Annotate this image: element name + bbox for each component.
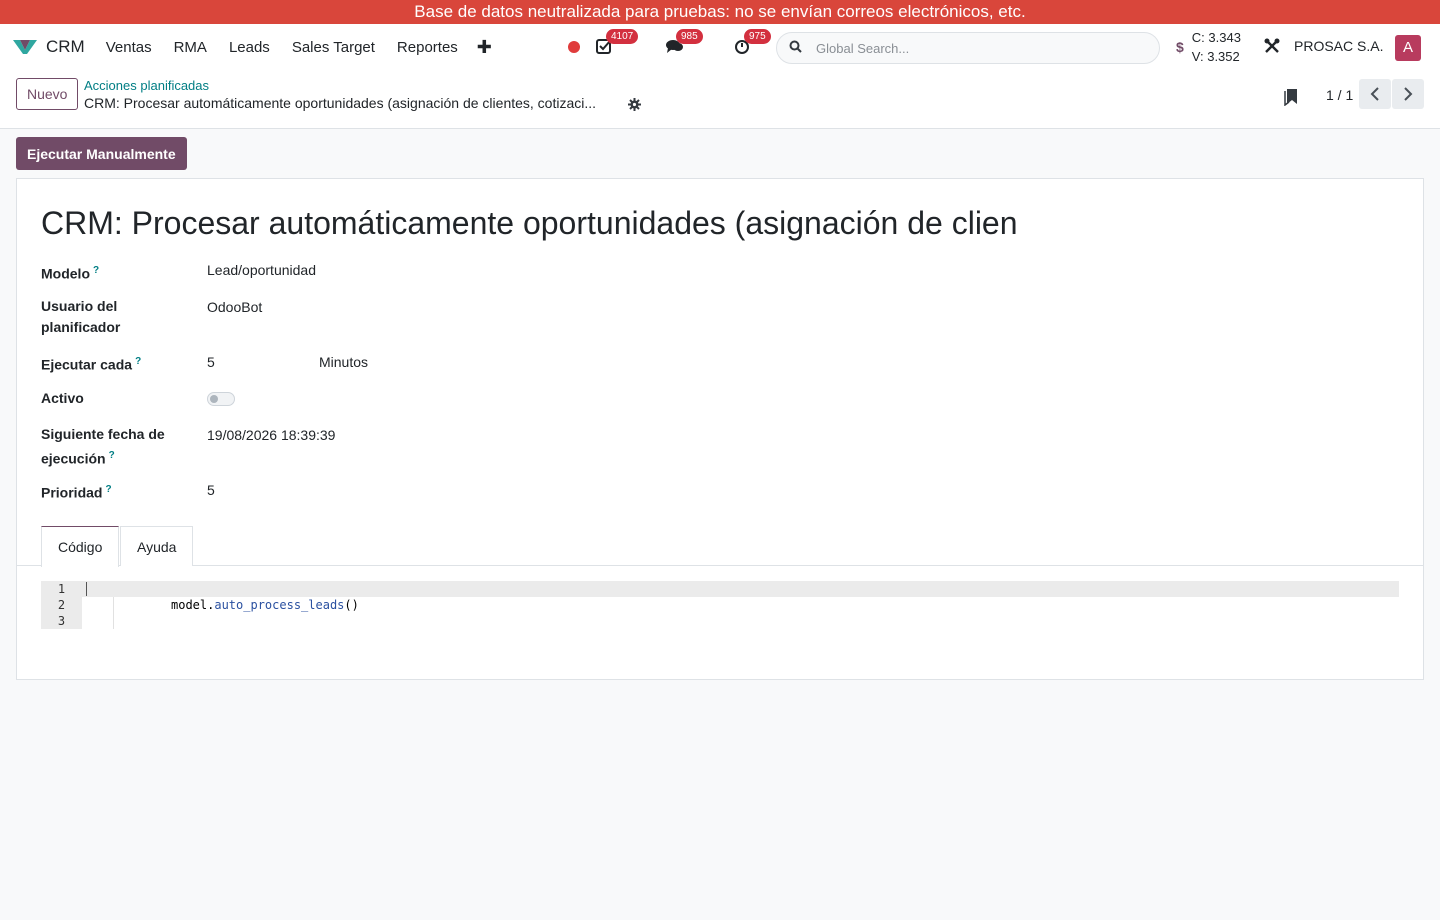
neutralized-db-banner: Base de datos neutralizada para pruebas:…: [0, 0, 1440, 24]
menu-rma[interactable]: RMA: [163, 39, 218, 56]
breadcrumb-current: CRM: Procesar automáticamente oportunida…: [84, 95, 597, 111]
interval-label: Ejecutar cada?: [41, 356, 142, 373]
messages-icon[interactable]: 985: [666, 29, 703, 56]
next-execution-label: Siguiente fecha de ejecución?: [41, 426, 165, 467]
tab-codigo[interactable]: Código: [41, 526, 120, 567]
help-tooltip-icon[interactable]: ?: [109, 450, 115, 461]
code-editor[interactable]: 1 2 3 model.auto_process_leads(): [41, 581, 1399, 629]
timer-badge: 975: [744, 29, 771, 44]
pager-next-button[interactable]: [1392, 79, 1424, 109]
chevron-left-icon: [1370, 87, 1379, 101]
systray: 4107 985 975: [568, 24, 796, 70]
notebook-tabs: Código Ayuda: [17, 526, 1423, 567]
indent-guide: [113, 597, 114, 629]
search-icon: [789, 40, 802, 56]
active-label: Activo: [41, 390, 84, 406]
app-name: CRM: [46, 37, 85, 56]
help-tooltip-icon[interactable]: ?: [105, 484, 111, 495]
line-number: 1: [57, 582, 66, 596]
next-execution-value[interactable]: 19/08/2026 18:39:39: [207, 425, 335, 446]
global-search-input[interactable]: [816, 40, 1136, 56]
menu-sales-target[interactable]: Sales Target: [281, 39, 386, 56]
debug-tools-icon[interactable]: [1264, 38, 1280, 57]
active-toggle[interactable]: [207, 392, 235, 406]
menu-ventas[interactable]: Ventas: [95, 39, 163, 56]
new-button[interactable]: Nuevo: [16, 78, 79, 110]
help-tooltip-icon[interactable]: ?: [135, 356, 141, 367]
line-number: 2: [57, 598, 66, 612]
gear-icon[interactable]: [628, 98, 641, 114]
app-brand[interactable]: CRM: [12, 37, 85, 58]
bookmark-icon[interactable]: [1284, 88, 1298, 109]
record-title[interactable]: CRM: Procesar automáticamente oportunida…: [41, 205, 1027, 242]
code-line-2: model.auto_process_leads(): [171, 598, 359, 612]
priority-value[interactable]: 5: [207, 480, 215, 501]
interval-number-input[interactable]: 5: [207, 352, 215, 373]
activity-check-icon[interactable]: 4107: [596, 29, 639, 56]
menu-reportes[interactable]: Reportes: [386, 39, 469, 56]
line-number: 3: [57, 614, 66, 628]
rate-compra: C: 3.343: [1191, 30, 1241, 45]
record-indicator-icon[interactable]: [568, 41, 580, 53]
menu-leads[interactable]: Leads: [218, 39, 281, 56]
crm-logo-icon: [12, 37, 38, 58]
activities-badge: 4107: [606, 29, 639, 44]
chevron-right-icon: [1404, 87, 1413, 101]
priority-label: Prioridad?: [41, 484, 112, 501]
rate-venta: V: 3.352: [1191, 49, 1240, 64]
control-panel: Nuevo Acciones planificadas CRM: Procesa…: [0, 70, 1440, 129]
scheduler-user-label: Usuario del planificador: [41, 298, 121, 335]
model-value[interactable]: Lead/oportunidad: [207, 260, 316, 281]
global-search[interactable]: [776, 32, 1160, 64]
timer-icon[interactable]: 975: [734, 29, 771, 56]
form-sheet: CRM: Procesar automáticamente oportunida…: [16, 178, 1424, 680]
tab-ayuda[interactable]: Ayuda: [120, 526, 194, 566]
scheduler-user-value[interactable]: OdooBot: [207, 297, 262, 318]
run-manually-button[interactable]: Ejecutar Manualmente: [16, 137, 187, 170]
plus-icon[interactable]: ✚: [469, 37, 500, 58]
top-navbar: CRM Ventas RMA Leads Sales Target Report…: [0, 24, 1440, 70]
model-label: Modelo?: [41, 265, 100, 282]
interval-unit-select[interactable]: Minutos: [319, 352, 368, 373]
messages-badge: 985: [676, 29, 703, 44]
user-avatar[interactable]: A: [1395, 35, 1421, 61]
help-tooltip-icon[interactable]: ?: [93, 265, 99, 276]
breadcrumb-parent[interactable]: Acciones planificadas: [84, 78, 209, 93]
pager-previous-button[interactable]: [1359, 79, 1391, 109]
pager-value[interactable]: 1 / 1: [1326, 87, 1353, 103]
dollar-icon: $: [1176, 39, 1184, 55]
line-number-gutter: 1 2 3: [41, 581, 82, 629]
company-switcher[interactable]: PROSAC S.A.: [1294, 38, 1383, 54]
currency-rates[interactable]: $ C: 3.343 V: 3.352: [1176, 28, 1241, 66]
text-cursor: [86, 582, 87, 596]
active-line-highlight: [82, 581, 1399, 597]
